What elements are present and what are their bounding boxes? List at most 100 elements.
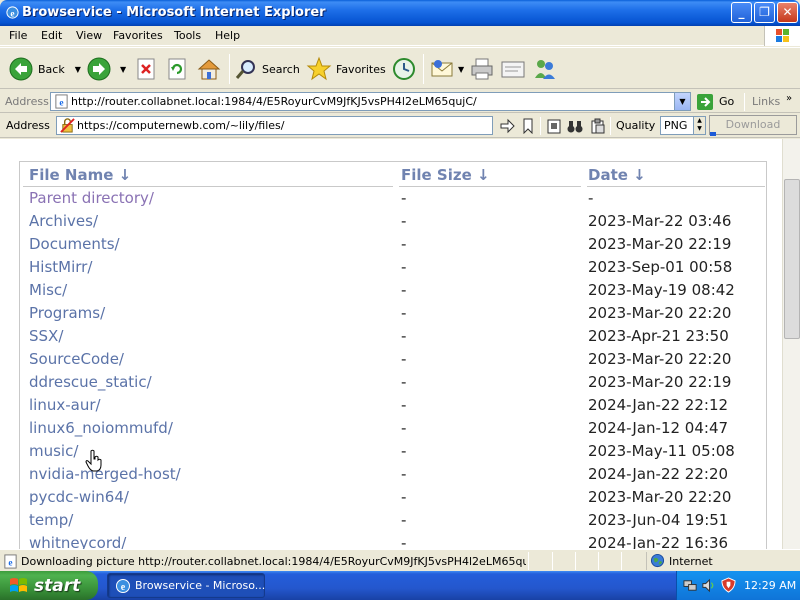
chevron-down-icon[interactable]: ▼ bbox=[120, 65, 126, 74]
history-button[interactable] bbox=[391, 54, 417, 84]
quality-selector[interactable]: PNG ▲ ▼ bbox=[660, 116, 706, 135]
column-header-file-name[interactable]: File Name ↓ bbox=[29, 166, 131, 184]
links-button[interactable]: Links bbox=[752, 95, 780, 108]
refresh-button[interactable] bbox=[166, 54, 188, 84]
file-link[interactable]: SourceCode/ bbox=[29, 350, 124, 368]
close-button[interactable]: ✕ bbox=[777, 2, 798, 23]
system-tray: 12:29 AM bbox=[676, 571, 800, 600]
bookmark-icon[interactable] bbox=[520, 118, 536, 134]
column-header-date[interactable]: Date ↓ bbox=[588, 166, 646, 184]
file-link[interactable]: nvidia-merged-host/ bbox=[29, 465, 181, 483]
home-icon bbox=[197, 59, 221, 80]
file-link[interactable]: Archives/ bbox=[29, 212, 98, 230]
title-bar[interactable]: e Browservice - Microsoft Internet Explo… bbox=[0, 0, 800, 26]
network-icon[interactable] bbox=[683, 578, 698, 593]
star-icon bbox=[306, 56, 332, 81]
print-button[interactable] bbox=[469, 54, 495, 84]
paste-icon[interactable] bbox=[590, 118, 606, 134]
file-link[interactable]: Documents/ bbox=[29, 235, 120, 253]
header-divider bbox=[587, 186, 765, 187]
menu-favorites[interactable]: Favorites bbox=[113, 29, 163, 42]
file-date: 2023-Mar-20 22:19 bbox=[588, 235, 732, 253]
restore-button[interactable]: ❐ bbox=[754, 2, 775, 23]
file-listing-table: File Name ↓ File Size ↓ Date ↓ Parent di… bbox=[19, 161, 767, 549]
menu-file[interactable]: File bbox=[9, 29, 27, 42]
table-row: Parent directory/ - - bbox=[20, 188, 768, 211]
file-link[interactable]: whitneycord/ bbox=[29, 534, 126, 549]
ie-icon: e bbox=[6, 6, 19, 19]
table-row: nvidia-merged-host/ - 2024-Jan-22 22:20 bbox=[20, 464, 768, 487]
file-date: 2024-Jan-22 22:20 bbox=[588, 465, 729, 483]
vertical-scrollbar[interactable] bbox=[782, 139, 800, 549]
file-link[interactable]: ddrescue_static/ bbox=[29, 373, 152, 391]
status-divider bbox=[621, 552, 622, 570]
start-button[interactable]: start bbox=[0, 571, 98, 600]
status-divider bbox=[528, 552, 529, 570]
file-date: 2023-May-19 08:42 bbox=[588, 281, 735, 299]
file-link[interactable]: linux-aur/ bbox=[29, 396, 101, 414]
file-date: 2023-Mar-20 22:19 bbox=[588, 373, 732, 391]
address-dropdown-button[interactable]: ▼ bbox=[674, 93, 690, 110]
scrollbar-thumb[interactable] bbox=[784, 179, 800, 339]
menu-edit[interactable]: Edit bbox=[41, 29, 62, 42]
search-button[interactable]: Search bbox=[234, 54, 300, 84]
go-arrow-icon[interactable] bbox=[499, 118, 515, 134]
minimize-button[interactable]: _ bbox=[731, 2, 752, 23]
file-link[interactable]: music/ bbox=[29, 442, 78, 460]
taskbar-item-browservice[interactable]: e Browservice - Microso... bbox=[107, 573, 265, 598]
file-date: 2024-Jan-12 04:47 bbox=[588, 419, 729, 437]
table-row: HistMirr/ - 2023-Sep-01 00:58 bbox=[20, 257, 768, 280]
file-date: 2023-May-11 05:08 bbox=[588, 442, 735, 460]
table-row: temp/ - 2023-Jun-04 19:51 bbox=[20, 510, 768, 533]
column-header-file-size[interactable]: File Size ↓ bbox=[401, 166, 490, 184]
file-size: - bbox=[401, 327, 407, 345]
file-link[interactable]: SSX/ bbox=[29, 327, 63, 345]
security-shield-icon[interactable] bbox=[721, 577, 736, 593]
file-size: - bbox=[401, 235, 407, 253]
speaker-icon[interactable] bbox=[701, 578, 716, 593]
menu-view[interactable]: View bbox=[76, 29, 102, 42]
forward-button[interactable]: ▼ bbox=[86, 54, 126, 84]
edit-button[interactable] bbox=[500, 54, 526, 84]
page-icon: e bbox=[55, 94, 68, 109]
file-date: 2023-Mar-20 22:20 bbox=[588, 304, 732, 322]
clipboard-icon[interactable] bbox=[546, 118, 562, 134]
header-divider bbox=[399, 186, 581, 187]
chevron-down-icon[interactable]: ▼ bbox=[458, 65, 464, 74]
messenger-button[interactable] bbox=[532, 54, 558, 84]
chevron-right-icon[interactable]: » bbox=[786, 93, 792, 104]
file-link[interactable]: linux6_noiommufd/ bbox=[29, 419, 173, 437]
home-button[interactable] bbox=[196, 54, 222, 84]
menu-help[interactable]: Help bbox=[215, 29, 240, 42]
table-row: Documents/ - 2023-Mar-20 22:19 bbox=[20, 234, 768, 257]
quality-spinner[interactable]: ▲ ▼ bbox=[693, 117, 705, 134]
file-link[interactable]: Programs/ bbox=[29, 304, 105, 322]
download-label: Download bbox=[725, 118, 781, 131]
go-button[interactable]: Go bbox=[696, 92, 734, 111]
taskbar-item-label: Browservice - Microso... bbox=[135, 579, 266, 592]
file-link[interactable]: HistMirr/ bbox=[29, 258, 92, 276]
mail-button[interactable]: ▼ bbox=[429, 54, 464, 84]
stop-button[interactable] bbox=[135, 54, 157, 84]
back-button[interactable]: Back ▼ bbox=[8, 54, 81, 84]
table-row: linux-aur/ - 2024-Jan-22 22:12 bbox=[20, 395, 768, 418]
ie-address-input[interactable]: e http://router.collabnet.local:1984/4/E… bbox=[50, 92, 691, 111]
table-row: whitneycord/ - 2024-Jan-22 16:36 bbox=[20, 533, 768, 549]
browservice-address-input[interactable]: https://computernewb.com/~lily/files/ bbox=[56, 116, 493, 135]
search-icon bbox=[235, 60, 255, 79]
chevron-down-icon[interactable]: ▼ bbox=[75, 65, 81, 74]
download-progress bbox=[710, 132, 716, 136]
menu-tools[interactable]: Tools bbox=[174, 29, 201, 42]
file-link[interactable]: pycdc-win64/ bbox=[29, 488, 129, 506]
file-size: - bbox=[401, 258, 407, 276]
find-binoculars-icon[interactable] bbox=[567, 118, 583, 134]
favorites-button[interactable]: Favorites bbox=[306, 54, 386, 84]
browservice-address-text: https://computernewb.com/~lily/files/ bbox=[77, 119, 285, 132]
file-size: - bbox=[401, 212, 407, 230]
file-link[interactable]: temp/ bbox=[29, 511, 73, 529]
download-button[interactable]: Download bbox=[709, 115, 797, 136]
file-link[interactable]: Parent directory/ bbox=[29, 189, 154, 207]
security-zone[interactable]: Internet bbox=[646, 552, 800, 570]
file-link[interactable]: Misc/ bbox=[29, 281, 67, 299]
table-row: ddrescue_static/ - 2023-Mar-20 22:19 bbox=[20, 372, 768, 395]
